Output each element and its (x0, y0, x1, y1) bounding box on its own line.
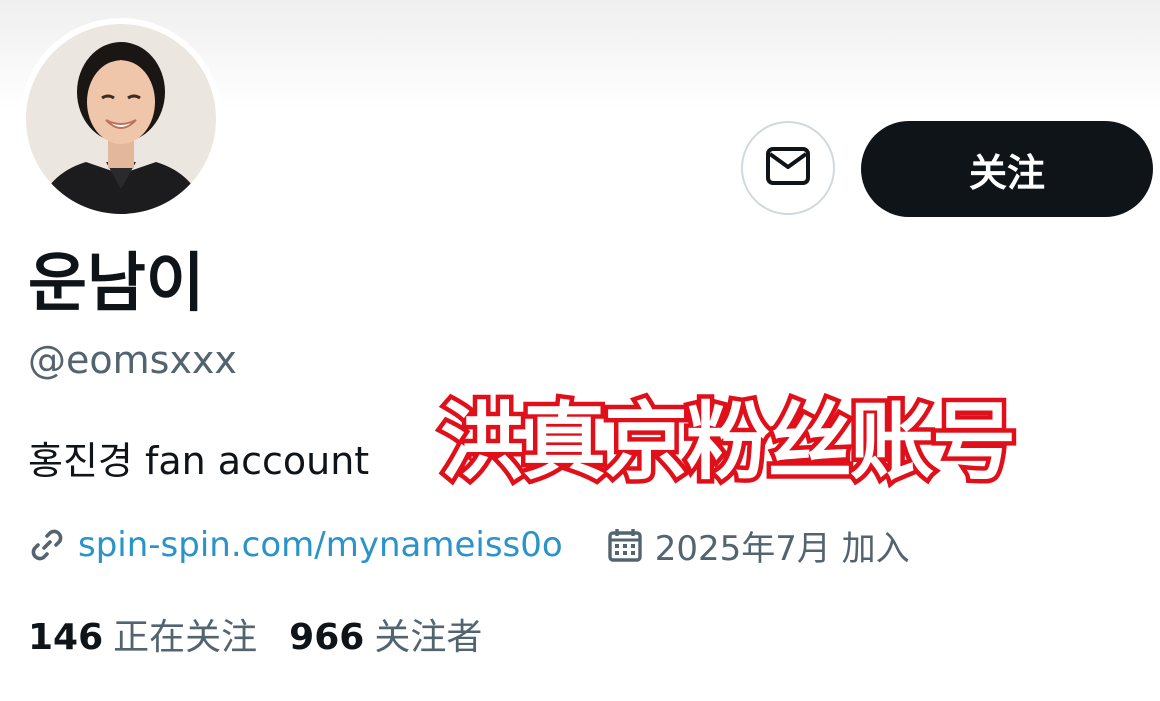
avatar-photo (26, 24, 216, 214)
envelope-icon (765, 146, 811, 190)
follow-stats: 146 正在关注 966 关注者 (28, 608, 482, 660)
link-icon (28, 526, 66, 564)
followers-count: 966 (289, 617, 365, 658)
following-stat[interactable]: 146 正在关注 (28, 608, 257, 660)
message-button[interactable] (741, 121, 835, 215)
profile-meta: spin-spin.com/mynameiss0o 2025年7月 加入 (28, 520, 910, 570)
following-label: 正在关注 (113, 617, 258, 658)
follow-button-label: 关注 (968, 150, 1045, 195)
joined-text: 2025年7月 加入 (654, 528, 910, 569)
followers-stat[interactable]: 966 关注者 (289, 608, 482, 660)
user-handle: @eomsxxx (28, 338, 237, 382)
display-name: 운남이 (28, 247, 205, 321)
overlay-caption: 洪真京粉丝账号 (435, 389, 1020, 496)
joined-date: 2025年7月 加入 (607, 521, 910, 570)
profile-bio: 홍진경 fan account (28, 439, 370, 483)
following-count: 146 (28, 617, 104, 658)
calendar-icon (607, 527, 643, 563)
avatar[interactable] (20, 18, 222, 220)
follow-button[interactable]: 关注 (861, 121, 1153, 217)
profile-link[interactable]: spin-spin.com/mynameiss0o (78, 525, 563, 565)
followers-label: 关注者 (374, 617, 483, 658)
